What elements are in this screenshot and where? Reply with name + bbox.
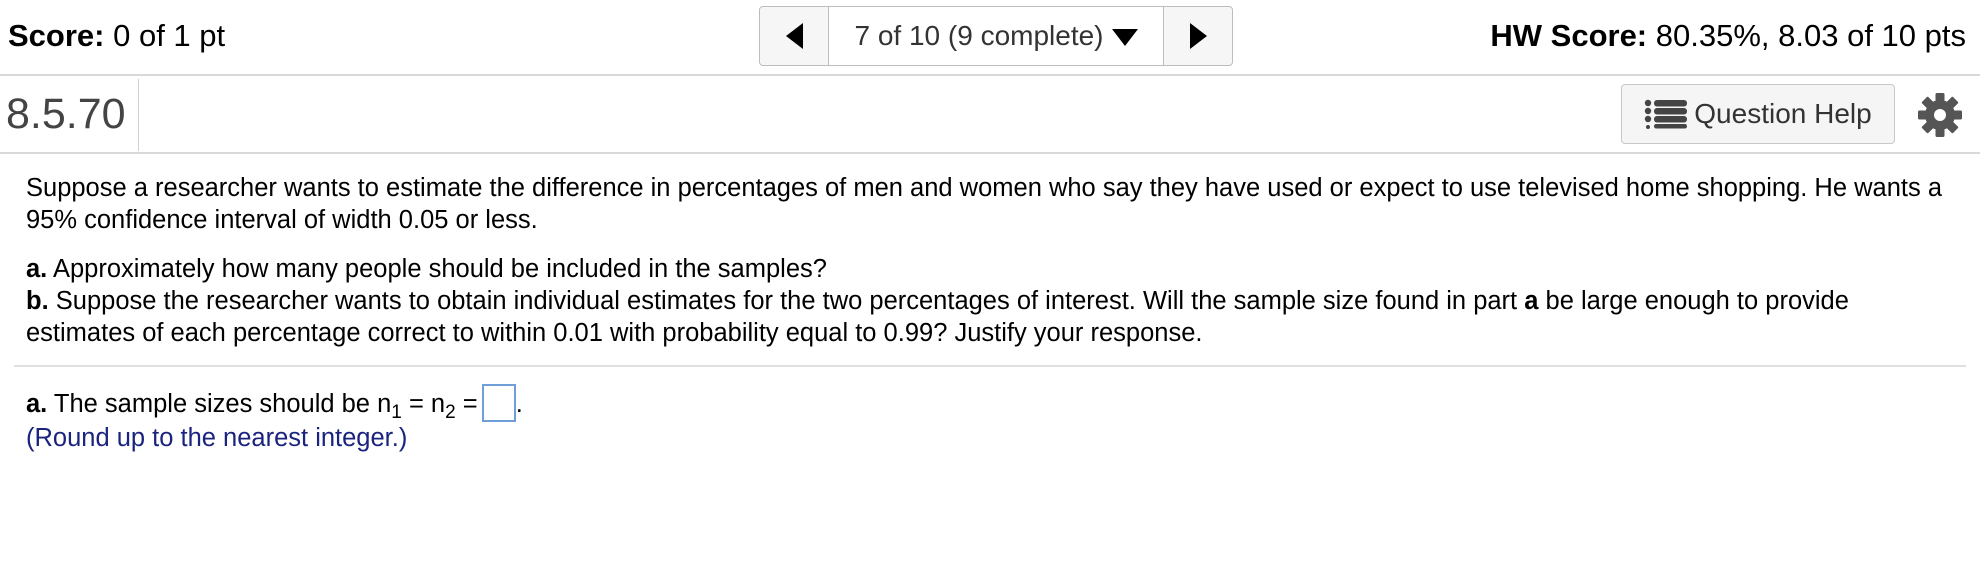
question-navigator: 7 of 10 (9 complete) — [759, 6, 1233, 66]
part-b-bold: a — [1524, 287, 1539, 315]
hw-score: HW Score: 80.35%, 8.03 of 10 pts — [1490, 18, 1966, 54]
top-bar: Score: 0 of 1 pt 7 of 10 (9 complete) HW… — [0, 0, 1980, 76]
part-a: a. Approximately how many people should … — [26, 253, 1956, 285]
part-b-text-1: Suppose the researcher wants to obtain i… — [55, 287, 1518, 315]
part-a-label: a. — [26, 255, 48, 283]
question-bar: 8.5.70 Question Help — [0, 76, 1980, 154]
question-help-button[interactable]: Question Help — [1621, 84, 1895, 144]
divider — [138, 79, 139, 151]
answer-eq: = n — [408, 390, 446, 418]
score: Score: 0 of 1 pt — [8, 18, 225, 54]
answer-period: . — [515, 390, 523, 418]
score-label: Score: — [8, 18, 105, 53]
subscript-1: 1 — [391, 402, 402, 424]
hw-score-label: HW Score: — [1490, 18, 1648, 53]
previous-question-button[interactable] — [760, 7, 829, 65]
separator — [14, 365, 1966, 367]
score-value: 0 of 1 pt — [113, 18, 226, 53]
subscript-2: 2 — [445, 402, 456, 424]
question-selector[interactable]: 7 of 10 (9 complete) — [829, 7, 1163, 65]
triangle-right-icon — [1189, 23, 1207, 49]
question-position: 7 of 10 (9 complete) — [854, 20, 1104, 51]
rounding-hint: (Round up to the nearest integer.) — [26, 424, 408, 452]
problem-statement: Suppose a researcher wants to estimate t… — [26, 172, 1956, 349]
triangle-down-icon — [1111, 29, 1138, 46]
problem-intro: Suppose a researcher wants to estimate t… — [26, 174, 1942, 234]
answer-text: The sample sizes should be n — [53, 390, 392, 418]
hw-score-value: 80.35%, 8.03 of 10 pts — [1655, 18, 1966, 53]
list-icon — [1645, 99, 1688, 129]
answer-eq2: = — [462, 390, 478, 418]
part-b: b. Suppose the researcher wants to obtai… — [26, 285, 1956, 349]
answer-line: a. The sample sizes should be n1 = n2 =. — [26, 384, 523, 429]
part-a-text: Approximately how many people should be … — [52, 255, 827, 283]
part-b-label: b. — [26, 287, 49, 315]
question-help-label: Question Help — [1694, 98, 1872, 129]
triangle-left-icon — [785, 23, 803, 49]
answer-label: a. — [26, 390, 48, 418]
answer-input[interactable] — [481, 384, 516, 422]
next-question-button[interactable] — [1163, 7, 1232, 65]
gear-icon[interactable] — [1917, 92, 1963, 138]
question-number: 8.5.70 — [6, 90, 126, 138]
